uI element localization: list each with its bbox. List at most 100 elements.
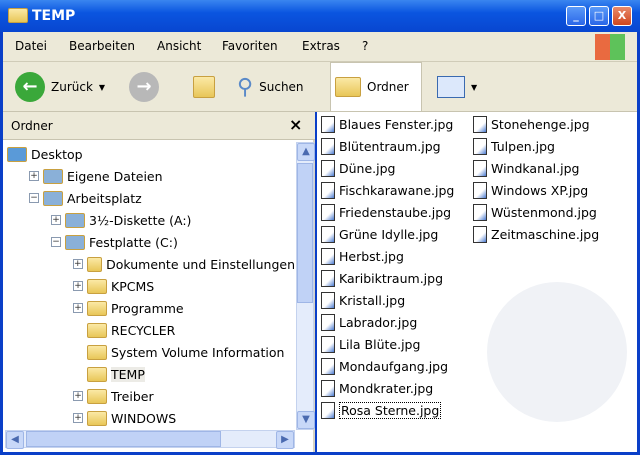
views-button[interactable]: ▼ [433,62,481,112]
search-label: Suchen [259,80,304,94]
expand-icon[interactable]: + [51,215,61,225]
image-file-icon [321,181,335,199]
image-file-icon [321,401,335,419]
file-name: Düne.jpg [339,160,396,176]
close-pane-button[interactable]: × [289,115,302,134]
file-item[interactable]: Windows XP.jpg [473,179,599,201]
file-name: Friedenstaube.jpg [339,204,452,220]
tree-item-label: Festplatte (C:) [89,234,178,250]
tree-item[interactable]: + Dokumente und Einstellungen [7,253,295,275]
scroll-down-button[interactable]: ▼ [297,411,315,429]
file-item[interactable]: Fischkarawane.jpg [321,179,454,201]
file-item[interactable]: Mondaufgang.jpg [321,355,454,377]
file-list: Blaues Fenster.jpg Blütentraum.jpg Düne.jp… [317,112,637,452]
file-item[interactable]: Düne.jpg [321,157,454,179]
dropdown-icon[interactable]: ▼ [99,83,105,92]
collapse-icon[interactable]: − [29,193,39,203]
tree-item-label: WINDOWS [111,410,177,426]
expand-icon[interactable]: + [29,171,39,181]
tree-item[interactable]: TEMP [7,363,295,385]
expand-icon[interactable]: + [73,391,83,401]
file-item[interactable]: Blaues Fenster.jpg [321,113,454,135]
image-file-icon [473,181,487,199]
tree-item[interactable]: − Arbeitsplatz [7,187,295,209]
tree-item[interactable]: Desktop [7,143,295,165]
file-name: Rosa Sterne.jpg [339,401,442,419]
tree-item[interactable]: RECYCLER [7,319,295,341]
file-name: Kristall.jpg [339,292,406,308]
collapse-icon[interactable]: − [51,237,61,247]
horizontal-scrollbar[interactable]: ◀ ▶ [5,430,295,449]
image-file-icon [321,357,335,375]
forward-button[interactable]: → [125,62,163,112]
scroll-right-button[interactable]: ▶ [276,431,294,449]
file-name: Labrador.jpg [339,314,418,330]
scroll-up-button[interactable]: ▲ [297,143,315,161]
file-item[interactable]: Rosa Sterne.jpg [321,399,454,421]
expand-icon[interactable]: + [73,259,83,269]
search-button[interactable]: ⚲ Suchen [233,62,308,112]
tree-item[interactable]: + WINDOWS [7,407,295,429]
expand-icon[interactable]: + [73,303,83,313]
tree-item-label: Arbeitsplatz [67,190,142,206]
menu-ansicht[interactable]: Ansicht [157,39,201,53]
file-item[interactable]: Zeitmaschine.jpg [473,223,599,245]
file-item[interactable]: Labrador.jpg [321,311,454,333]
up-folder-icon [193,76,215,98]
tree-item-label: Treiber [111,388,154,404]
tree-item[interactable]: + Eigene Dateien [7,165,295,187]
menu-bearbeiten[interactable]: Bearbeiten [69,39,135,53]
folders-button[interactable]: Ordner [330,62,422,112]
close-button[interactable]: X [612,6,632,26]
tree-item-label: 3½-Diskette (A:) [89,212,192,228]
minimize-button[interactable]: _ [566,6,586,26]
file-name: Tulpen.jpg [491,138,555,154]
menu-datei[interactable]: Datei [15,39,47,53]
file-item[interactable]: Wüstenmond.jpg [473,201,599,223]
back-arrow-icon: ← [15,72,45,102]
maximize-button[interactable]: □ [589,6,609,26]
file-item[interactable]: Windkanal.jpg [473,157,599,179]
back-button[interactable]: ← Zurück ▼ [11,62,109,112]
tree-item-label: KPCMS [111,278,155,294]
file-name: Windows XP.jpg [491,182,589,198]
tree-item[interactable]: − Festplatte (C:) [7,231,295,253]
forward-arrow-icon: → [129,72,159,102]
file-item[interactable]: Karibiktraum.jpg [321,267,454,289]
file-item[interactable]: Blütentraum.jpg [321,135,454,157]
scroll-thumb[interactable] [297,163,313,303]
expand-icon[interactable]: + [73,413,83,423]
menu-extras[interactable]: Extras [302,39,340,53]
folder-icon [7,146,27,162]
file-item[interactable]: Lila Blüte.jpg [321,333,454,355]
up-folder-button[interactable] [189,62,219,112]
tree-item[interactable]: System Volume Information [7,341,295,363]
file-item[interactable]: Tulpen.jpg [473,135,599,157]
tree-item[interactable]: +3½-Diskette (A:) [7,209,295,231]
file-item[interactable]: Kristall.jpg [321,289,454,311]
file-name: Stonehenge.jpg [491,116,590,132]
tree-item[interactable]: + Treiber [7,385,295,407]
dropdown-icon: ▼ [471,82,478,92]
file-item[interactable]: Friedenstaube.jpg [321,201,454,223]
menu-favoriten[interactable]: Favoriten [222,39,278,53]
scroll-left-button[interactable]: ◀ [6,431,24,449]
image-file-icon [321,159,335,177]
expand-icon[interactable]: + [73,281,83,291]
vertical-scrollbar[interactable]: ▲ ▼ [296,142,315,430]
file-item[interactable]: Mondkrater.jpg [321,377,454,399]
tree-item[interactable]: + Programme [7,297,295,319]
scroll-thumb[interactable] [26,431,221,447]
tree-item[interactable]: + KPCMS [7,275,295,297]
file-item[interactable]: Herbst.jpg [321,245,454,267]
image-file-icon [473,159,487,177]
image-file-icon [473,225,487,243]
file-item[interactable]: Stonehenge.jpg [473,113,599,135]
image-file-icon [321,313,335,331]
image-file-icon [321,291,335,309]
file-item[interactable]: Grüne Idylle.jpg [321,223,454,245]
menu-help[interactable]: ? [362,39,368,53]
file-name: Mondkrater.jpg [339,380,434,396]
folders-label: Ordner [367,80,409,94]
views-icon [437,76,465,98]
